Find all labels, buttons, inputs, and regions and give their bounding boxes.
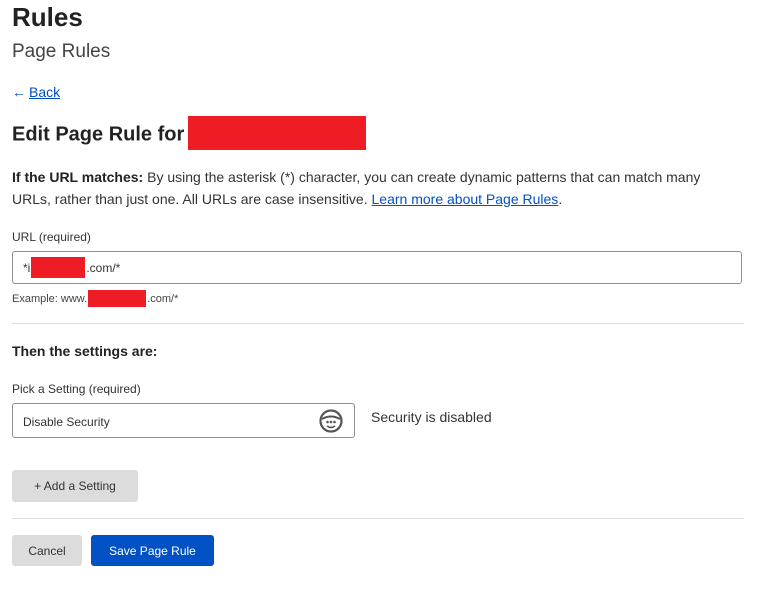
example-prefix: Example: www. xyxy=(12,292,88,305)
setting-select[interactable]: Disable Security xyxy=(12,403,355,438)
edit-heading-text: Edit Page Rule for xyxy=(12,123,185,146)
settings-heading: Then the settings are: xyxy=(12,343,158,359)
redacted-url-part xyxy=(31,257,86,278)
example-suffix: .com/* xyxy=(147,292,179,305)
setting-value-text: Security is disabled xyxy=(371,409,492,425)
learn-more-link[interactable]: Learn more about Page Rules xyxy=(372,191,559,207)
url-input[interactable]: *i .com/* xyxy=(12,251,742,284)
divider xyxy=(12,518,744,519)
pick-setting-label: Pick a Setting (required) xyxy=(12,382,141,396)
page-subtitle: Page Rules xyxy=(12,41,111,62)
redacted-example-part xyxy=(88,290,147,307)
url-label: URL (required) xyxy=(12,230,91,244)
description-lead: If the URL matches: xyxy=(12,169,144,185)
save-page-rule-button[interactable]: Save Page Rule xyxy=(91,535,214,566)
setting-select-value: Disable Security xyxy=(23,415,110,429)
circle-ellipsis-icon[interactable] xyxy=(318,408,344,434)
back-label: Back xyxy=(29,84,61,100)
back-link[interactable]: ← Back xyxy=(12,84,60,100)
url-example: Example: www. .com/* xyxy=(12,290,178,307)
url-value-suffix: .com/* xyxy=(86,260,121,275)
back-arrow-icon: ← xyxy=(12,84,26,100)
cancel-button[interactable]: Cancel xyxy=(12,535,82,566)
page-title: Rules xyxy=(12,2,83,32)
redacted-domain xyxy=(188,116,367,150)
add-setting-button[interactable]: + Add a Setting xyxy=(12,470,138,502)
url-value-prefix: *i xyxy=(23,260,31,275)
edit-heading: Edit Page Rule for xyxy=(12,116,367,152)
url-match-description: If the URL matches: By using the asteris… xyxy=(12,166,742,210)
divider xyxy=(12,323,744,324)
description-end: . xyxy=(558,191,563,207)
